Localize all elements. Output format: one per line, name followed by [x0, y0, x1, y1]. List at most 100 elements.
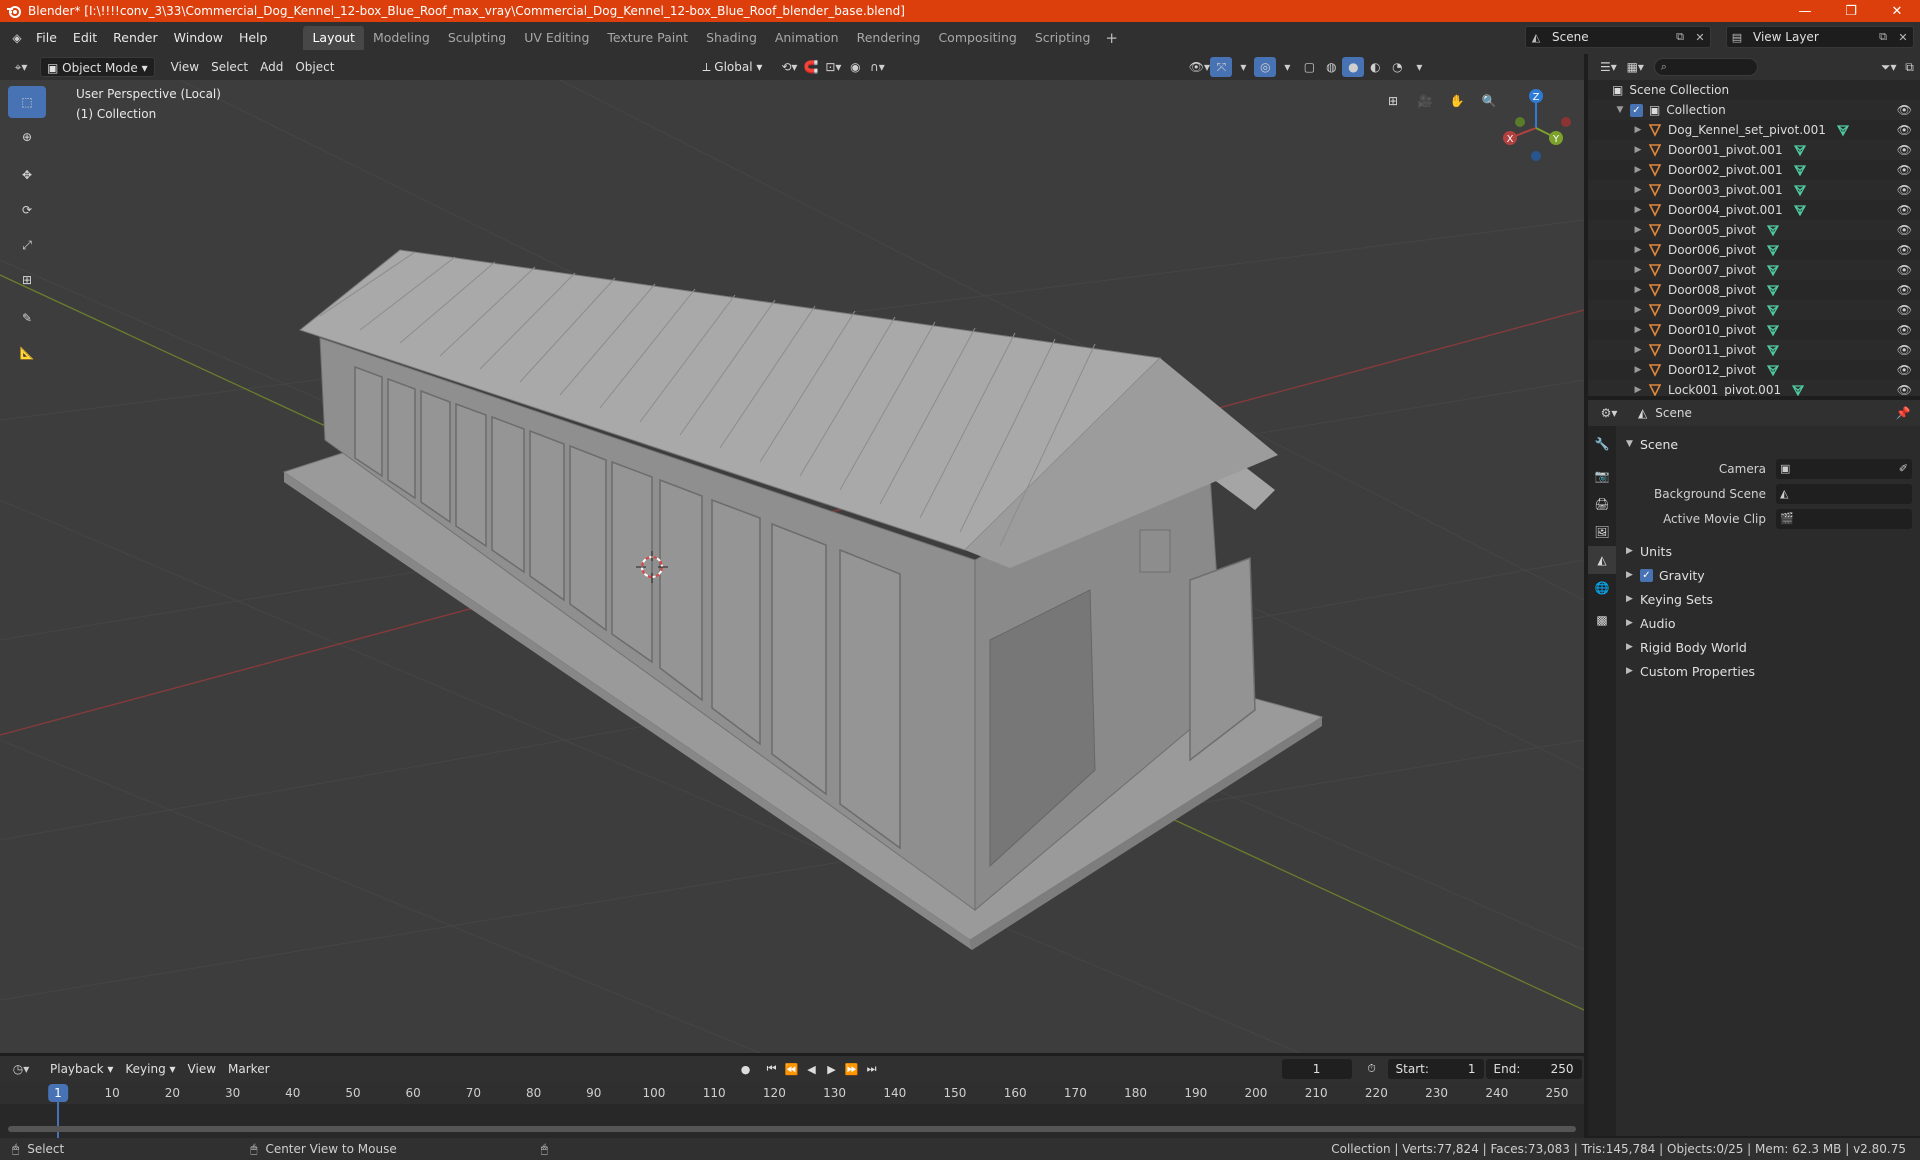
- texture-tab-icon[interactable]: ▩: [1588, 606, 1616, 634]
- expand-arrow-icon[interactable]: ▶: [1626, 618, 1640, 628]
- mesh-data-icon[interactable]: [1793, 143, 1807, 157]
- editor-type-icon[interactable]: ⌖▾: [10, 57, 32, 77]
- outliner-item[interactable]: ▶ Door007_pivot 👁: [1588, 260, 1920, 280]
- outliner-item[interactable]: ▶ Door010_pivot 👁: [1588, 320, 1920, 340]
- proportional-edit-icon[interactable]: ◉: [844, 57, 866, 77]
- new-collection-icon[interactable]: ⧉: [1899, 57, 1920, 77]
- timeline-area[interactable]: 1 10 20 30 40 50 60 70 80 90 100 110 120 130 140 150 16…: [0, 1082, 1584, 1138]
- overlay-dropdown-icon[interactable]: ▾: [1276, 57, 1298, 77]
- view-layer-name[interactable]: View Layer: [1747, 30, 1873, 44]
- move-icon[interactable]: ✥: [8, 159, 46, 191]
- menu-file[interactable]: File: [28, 27, 65, 49]
- expand-arrow-icon[interactable]: ▶: [1632, 145, 1644, 155]
- eye-icon[interactable]: 👁: [1897, 323, 1912, 337]
- eye-icon[interactable]: 👁: [1897, 223, 1912, 237]
- kennel-model[interactable]: [282, 249, 1324, 950]
- scene-panel-header[interactable]: ▼ Scene: [1616, 432, 1920, 456]
- outliner-item[interactable]: ▶ Dog_Kennel_set_pivot.001 👁: [1588, 120, 1920, 140]
- jump-start-icon[interactable]: ⏮: [762, 1059, 782, 1079]
- units-panel[interactable]: ▶ Units: [1616, 539, 1920, 563]
- expand-arrow-icon[interactable]: ▶: [1632, 305, 1644, 315]
- tool-tab-icon[interactable]: 🔧: [1588, 430, 1616, 458]
- cursor-icon[interactable]: ⊕: [8, 121, 46, 153]
- mesh-data-icon[interactable]: [1766, 283, 1780, 297]
- scene-name[interactable]: Scene: [1546, 30, 1670, 44]
- timeline-ruler[interactable]: 1 10 20 30 40 50 60 70 80 90 100 110 120 130 140 150 16…: [0, 1082, 1584, 1104]
- current-frame-indicator[interactable]: 1: [48, 1084, 68, 1102]
- world-tab-icon[interactable]: 🌐: [1588, 574, 1616, 602]
- eye-icon[interactable]: 👁: [1897, 363, 1912, 377]
- menu-help[interactable]: Help: [231, 27, 276, 49]
- annotate-icon[interactable]: ✎: [8, 302, 46, 334]
- eye-icon[interactable]: 👁: [1897, 283, 1912, 297]
- rigid-body-world-panel[interactable]: ▶ Rigid Body World: [1616, 635, 1920, 659]
- pivot-point-icon[interactable]: ⟲▾: [778, 57, 800, 77]
- menu-marker[interactable]: Marker: [222, 1059, 275, 1079]
- mesh-data-icon[interactable]: [1766, 363, 1780, 377]
- material-shading-icon[interactable]: ◐: [1364, 57, 1386, 77]
- start-frame-field[interactable]: Start: 1: [1387, 1059, 1484, 1079]
- auto-keying-clock-icon[interactable]: ⏱: [1362, 1059, 1382, 1079]
- expand-arrow-icon[interactable]: ▼: [1614, 105, 1626, 115]
- current-frame-field[interactable]: 1: [1281, 1059, 1352, 1079]
- transform-icon[interactable]: ⊞: [8, 264, 46, 296]
- tab-sculpting[interactable]: Sculpting: [439, 26, 515, 50]
- active-movie-clip-field[interactable]: 🎬: [1776, 508, 1912, 529]
- menu-view[interactable]: View: [165, 57, 205, 77]
- eye-icon[interactable]: 👁: [1897, 123, 1912, 137]
- properties-editor-icon[interactable]: ⚙▾: [1598, 403, 1620, 423]
- 3d-viewport[interactable]: User Perspective (Local) (1) Collection …: [0, 80, 1584, 1053]
- rotate-icon[interactable]: ⟳: [8, 194, 46, 226]
- view-layer-tab-icon[interactable]: 🖼: [1588, 518, 1616, 546]
- delete-view-layer-icon[interactable]: ✕: [1893, 31, 1913, 44]
- view-layer-selector[interactable]: ▤ View Layer ⧉ ✕: [1726, 26, 1914, 48]
- camera-view-icon[interactable]: 🎥: [1412, 88, 1438, 114]
- eye-icon[interactable]: 👁: [1897, 383, 1912, 396]
- pan-hand-icon[interactable]: ✋: [1444, 88, 1470, 114]
- expand-arrow-icon[interactable]: ▶: [1626, 642, 1640, 652]
- eye-icon[interactable]: 👁: [1897, 183, 1912, 197]
- navigation-gizmo[interactable]: Z X Y: [1496, 86, 1576, 166]
- tab-modeling[interactable]: Modeling: [364, 26, 439, 50]
- xray-icon[interactable]: ▢: [1298, 57, 1320, 77]
- timeline-editor-icon[interactable]: ◷▾: [10, 1059, 32, 1079]
- mesh-data-icon[interactable]: [1766, 263, 1780, 277]
- expand-arrow-icon[interactable]: ▶: [1632, 385, 1644, 395]
- mesh-data-icon[interactable]: [1793, 203, 1807, 217]
- play-reverse-icon[interactable]: ◀: [802, 1059, 822, 1079]
- menu-keying[interactable]: Keying ▾: [119, 1059, 181, 1079]
- tab-scripting[interactable]: Scripting: [1026, 26, 1100, 50]
- tab-uv-editing[interactable]: UV Editing: [515, 26, 598, 50]
- expand-arrow-icon[interactable]: ▶: [1626, 546, 1640, 556]
- tab-rendering[interactable]: Rendering: [848, 26, 930, 50]
- outliner-item[interactable]: ▶ Lock001_pivot.001 👁: [1588, 380, 1920, 396]
- outliner-item[interactable]: ▶ Door002_pivot.001 👁: [1588, 160, 1920, 180]
- display-mode-icon[interactable]: ▦▾: [1625, 57, 1646, 77]
- mode-dropdown[interactable]: ▣ Object Mode ▾: [40, 57, 155, 77]
- menu-window[interactable]: Window: [166, 27, 231, 49]
- expand-arrow-icon[interactable]: ▶: [1632, 285, 1644, 295]
- filter-icon[interactable]: ⏷▾: [1878, 57, 1899, 77]
- gizmo-toggle-icon[interactable]: ⤧: [1210, 57, 1233, 77]
- record-icon[interactable]: ●: [736, 1059, 756, 1079]
- tab-texture-paint[interactable]: Texture Paint: [598, 26, 697, 50]
- expand-arrow-icon[interactable]: ▶: [1632, 265, 1644, 275]
- end-frame-field[interactable]: End: 250: [1485, 1059, 1582, 1079]
- render-tab-icon[interactable]: 📷: [1588, 462, 1616, 490]
- expand-arrow-icon[interactable]: ▶: [1632, 365, 1644, 375]
- playhead[interactable]: [57, 1102, 59, 1138]
- scene-render[interactable]: [0, 80, 1584, 1053]
- menu-object[interactable]: Object: [289, 57, 340, 77]
- shading-dropdown-icon[interactable]: ▾: [1408, 57, 1430, 77]
- mesh-data-icon[interactable]: [1793, 183, 1807, 197]
- tab-shading[interactable]: Shading: [697, 26, 766, 50]
- outliner-item[interactable]: ▶ Door012_pivot 👁: [1588, 360, 1920, 380]
- select-box-icon[interactable]: ⬚: [8, 86, 46, 118]
- outliner-item[interactable]: ▶ Door001_pivot.001 👁: [1588, 140, 1920, 160]
- overlay-toggle-icon[interactable]: ◎: [1254, 57, 1277, 77]
- mesh-data-icon[interactable]: [1793, 163, 1807, 177]
- eye-icon[interactable]: 👁: [1897, 303, 1912, 317]
- collection-checkbox[interactable]: ✓: [1630, 103, 1643, 117]
- expand-arrow-icon[interactable]: ▶: [1632, 125, 1644, 135]
- expand-arrow-icon[interactable]: ▶: [1632, 325, 1644, 335]
